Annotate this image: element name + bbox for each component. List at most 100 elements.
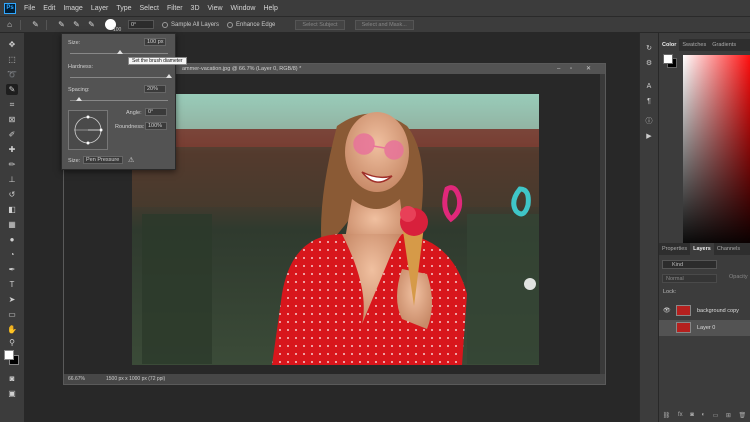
marquee-tool-icon[interactable]: ⬚ — [6, 54, 18, 65]
photo-image — [132, 94, 539, 365]
link-layers-icon[interactable]: ⛓ — [663, 412, 671, 419]
visibility-eye-icon[interactable]: 👁 — [663, 303, 671, 319]
angle-value-field[interactable]: 0° — [145, 108, 167, 116]
tab-layers[interactable]: Layers — [690, 243, 714, 255]
foreground-color-swatch[interactable] — [4, 350, 14, 360]
menu-help[interactable]: Help — [259, 5, 281, 12]
menu-type[interactable]: Type — [112, 5, 135, 12]
crop-tool-icon[interactable]: ⌗ — [6, 99, 18, 110]
tools-panel: ✥ ⬚ ➰ ✎ ⌗ ⊠ ✐ ✚ ✏ ⊥ ↺ ◧ ▦ ● ◔ ✒ T ➤ ▭ ✋ … — [0, 33, 24, 422]
color-panel-foreground-swatch[interactable] — [663, 54, 673, 64]
add-mask-icon[interactable]: ◙ — [690, 412, 694, 418]
type-tool-icon[interactable]: T — [6, 279, 18, 290]
rectangle-tool-icon[interactable]: ▭ — [6, 309, 18, 320]
eyedropper-tool-icon[interactable]: ✐ — [6, 129, 18, 140]
pen-tool-icon[interactable]: ✒ — [6, 264, 18, 275]
tab-gradients[interactable]: Gradients — [709, 39, 739, 51]
trash-icon[interactable]: 🗑 — [739, 412, 747, 419]
tab-swatches[interactable]: Swatches — [679, 39, 709, 51]
layers-panel-tabs: Properties Layers Channels — [659, 243, 750, 255]
gradient-tool-icon[interactable]: ▦ — [6, 219, 18, 230]
size-slider-thumb[interactable] — [117, 50, 123, 54]
brush-tip-shape-preview[interactable] — [68, 110, 108, 150]
frame-tool-icon[interactable]: ⊠ — [6, 114, 18, 125]
healing-brush-tool-icon[interactable]: ✚ — [6, 144, 18, 155]
menu-3d[interactable]: 3D — [187, 5, 204, 12]
size-value-field[interactable]: 100 px — [144, 38, 166, 46]
menu-image[interactable]: Image — [59, 5, 86, 12]
brush-tool-icon[interactable]: ✏ — [6, 159, 18, 170]
home-icon[interactable]: ⌂ — [4, 19, 15, 30]
close-icon[interactable]: ✕ — [586, 64, 591, 74]
adjustments-panel-icon[interactable]: ⚙ — [644, 59, 654, 69]
layer-thumbnail — [676, 305, 691, 316]
zoom-tool-icon[interactable]: ⚲ — [6, 337, 18, 348]
hardness-slider-thumb[interactable] — [166, 74, 172, 78]
actions-panel-icon[interactable]: ▶ — [644, 132, 654, 142]
menu-file[interactable]: File — [20, 5, 39, 12]
history-brush-tool-icon[interactable]: ↺ — [6, 189, 18, 200]
color-panel-tabs: Color Swatches Gradients — [659, 39, 750, 51]
tab-color[interactable]: Color — [659, 39, 680, 51]
tab-properties[interactable]: Properties — [659, 243, 690, 255]
blur-tool-icon[interactable]: ● — [6, 234, 18, 245]
tab-channels[interactable]: Channels — [714, 243, 743, 255]
layer-thumbnail — [676, 322, 691, 333]
menu-window[interactable]: Window — [227, 5, 260, 12]
subtract-selection-icon[interactable]: ✎ — [86, 19, 97, 30]
divider — [20, 19, 21, 30]
menu-select[interactable]: Select — [136, 5, 163, 12]
add-to-selection-icon[interactable]: ✎ — [71, 19, 82, 30]
path-selection-tool-icon[interactable]: ➤ — [6, 294, 18, 305]
spacing-label: Spacing: — [68, 87, 90, 93]
clone-stamp-tool-icon[interactable]: ⊥ — [6, 174, 18, 185]
color-picker-field[interactable] — [683, 55, 750, 251]
select-and-mask-button[interactable]: Select and Mask... — [354, 19, 414, 30]
size-control-dropdown[interactable]: Pen Pressure — [83, 156, 123, 164]
eraser-tool-icon[interactable]: ◧ — [6, 204, 18, 215]
layer-name: Layer 0 — [697, 325, 716, 331]
canvas-photo[interactable] — [132, 94, 539, 365]
layer-row[interactable]: Layer 0 — [659, 320, 750, 336]
zoom-level[interactable]: 66.67% — [68, 374, 85, 384]
angle-field[interactable]: 0° — [128, 20, 154, 29]
maximize-icon[interactable]: ▫ — [570, 64, 572, 74]
move-tool-icon[interactable]: ✥ — [6, 39, 18, 50]
group-icon[interactable]: ▭ — [713, 412, 719, 419]
menu-edit[interactable]: Edit — [39, 5, 59, 12]
lasso-tool-icon[interactable]: ➰ — [6, 69, 18, 80]
layer-filter-kind-dropdown[interactable]: Kind — [662, 260, 717, 269]
enhance-edge-checkbox[interactable] — [227, 21, 234, 28]
new-selection-icon[interactable]: ✎ — [56, 19, 67, 30]
status-bar: 66.67% 1500 px x 1000 px (72 ppi) — [64, 374, 605, 384]
menu-view[interactable]: View — [204, 5, 227, 12]
dodge-tool-icon[interactable]: ◔ — [6, 249, 18, 260]
roundness-value-field[interactable]: 100% — [145, 122, 167, 130]
spacing-slider[interactable] — [70, 100, 168, 101]
layer-name: background copy — [697, 308, 739, 314]
character-panel-icon[interactable]: A — [644, 82, 654, 92]
minimize-icon[interactable]: – — [557, 64, 560, 74]
menu-filter[interactable]: Filter — [163, 5, 187, 12]
hardness-slider[interactable] — [70, 77, 168, 78]
quick-mask-icon[interactable]: ◙ — [6, 373, 18, 384]
select-subject-button[interactable]: Select Subject — [295, 19, 345, 30]
new-layer-icon[interactable]: ⊞ — [726, 412, 731, 419]
menu-layer[interactable]: Layer — [87, 5, 113, 12]
adjustment-layer-icon[interactable]: ◐ — [701, 412, 705, 418]
info-panel-icon[interactable]: ⓘ — [644, 117, 654, 127]
quick-selection-tool-icon[interactable]: ✎ — [6, 84, 18, 95]
screen-mode-icon[interactable]: ▣ — [6, 388, 18, 399]
sample-all-layers-checkbox[interactable] — [162, 21, 168, 28]
vertical-scrollbar[interactable] — [600, 74, 605, 376]
fx-icon[interactable]: fx — [678, 412, 683, 418]
history-panel-icon[interactable]: ↻ — [644, 44, 654, 54]
spacing-slider-thumb[interactable] — [76, 97, 82, 101]
blend-mode-dropdown[interactable]: Normal — [662, 274, 717, 283]
tool-preset-icon[interactable]: ✎ — [30, 19, 41, 30]
hand-tool-icon[interactable]: ✋ — [6, 324, 18, 335]
paragraph-panel-icon[interactable]: ¶ — [644, 97, 654, 107]
roundness-label: Roundness: — [115, 124, 145, 130]
layer-row[interactable]: 👁 background copy — [659, 303, 750, 319]
spacing-value-field[interactable]: 20% — [144, 85, 166, 93]
